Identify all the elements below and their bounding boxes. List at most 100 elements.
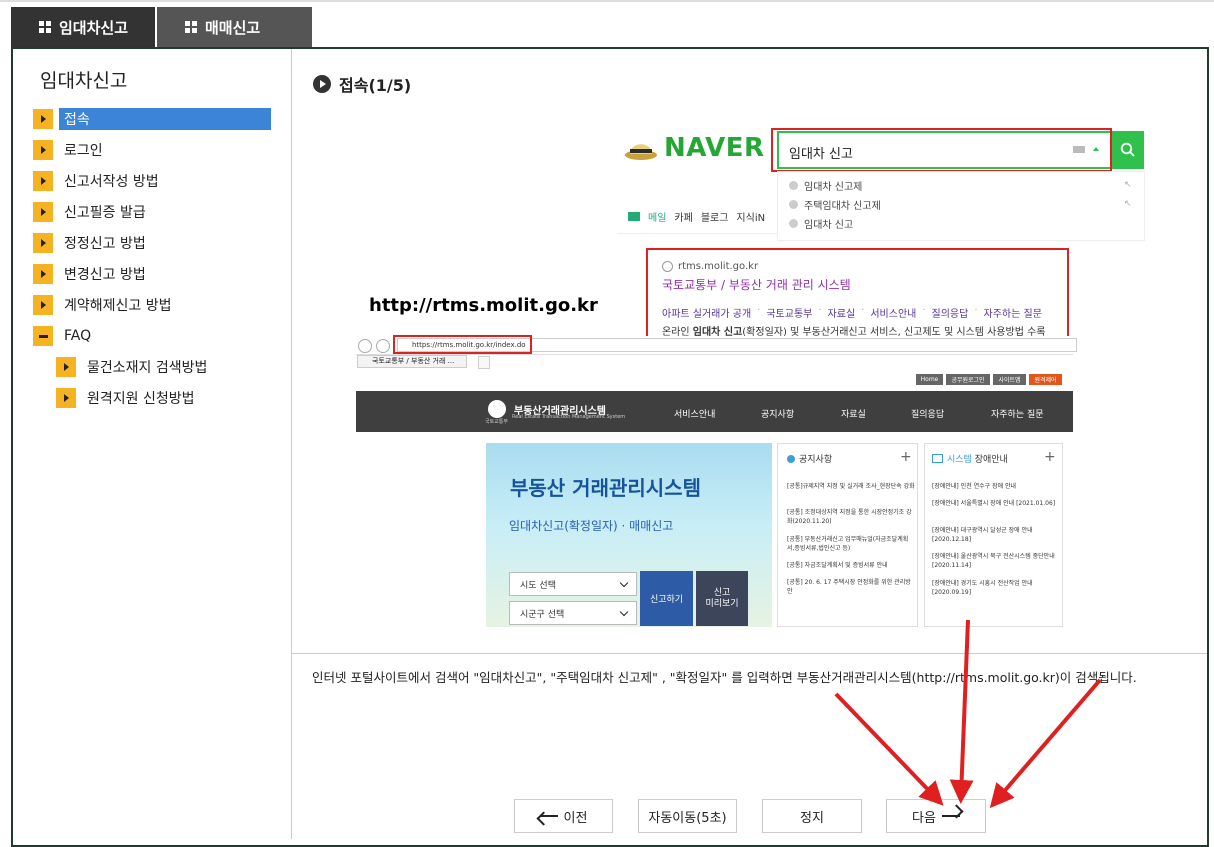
government-emblem-icon (488, 400, 506, 418)
stop-button[interactable]: 정지 (762, 799, 862, 833)
naver-menu-item: 지식iN (736, 213, 766, 224)
hero-title: 부동산 거래관리시스템 (510, 476, 701, 500)
sidebar (13, 49, 291, 839)
site-util-home: Home (916, 374, 943, 385)
forward-icon (376, 339, 390, 353)
naver-menu-item: 블로그 (700, 213, 729, 224)
content-title: 접속(1/5) (313, 72, 411, 96)
content-title-text: 접속(1/5) (339, 76, 412, 95)
tab-lease-report[interactable]: 임대차신고 (11, 7, 155, 47)
sidebar-subitem-property-search[interactable]: 물건소재지 검색방법 (56, 356, 212, 378)
chevron-down-icon (619, 607, 629, 617)
chevron-down-icon (619, 578, 629, 588)
sidebar-item-connect[interactable]: 접속 (33, 108, 271, 130)
outage-item: [장애안내] 서울특별시 장애 안내 [2021.01.06] (932, 500, 1056, 507)
naver-logo-text: NAVER (664, 133, 765, 163)
outage-item: [장애안내] 울산광역시 북구 전산시스템 중단안내 [2020.11.14] (932, 553, 1055, 569)
play-icon (313, 75, 331, 93)
suggestion-item: 임대차 신고제 (789, 178, 862, 193)
tab-label: 임대차신고 (59, 18, 129, 37)
sidebar-item-certificate[interactable]: 신고필증 발급 (33, 201, 151, 223)
highlight-box-address (393, 335, 532, 354)
search-icon (1120, 142, 1135, 157)
naver-hat-icon (624, 135, 658, 161)
grid-icon (39, 20, 52, 34)
outage-panel-header: 시스템 장애안내 (932, 452, 1008, 465)
sidebar-item-label: 로그인 (64, 143, 103, 159)
arrow-left-icon (539, 815, 558, 817)
stop-button-label: 정지 (800, 810, 824, 826)
new-tab-icon (478, 356, 490, 369)
arrow-right-icon (56, 357, 76, 377)
notice-item: [공통] 20. 6. 17 주택시장 안정화를 위한 관리방안 (787, 579, 911, 595)
naver-menu: 메일 카페 블로그 지식iN (628, 209, 765, 224)
tab-sale-report[interactable]: 매매신고 (157, 7, 312, 47)
sidebar-item-cancel-contract[interactable]: 계약해제신고 방법 (33, 294, 177, 316)
sidebar-item-label: 정정신고 방법 (64, 236, 146, 252)
notice-item: [공통]규제지역 지정 및 실거래 조사_현장단속 강화 (787, 483, 915, 490)
notice-item: [공통] 자금조달계획서 및 증빙서류 안내 (787, 562, 888, 569)
arrow-right-icon (33, 233, 53, 253)
browser-tab: 국토교통부 / 부동산 거래 ... (357, 355, 467, 368)
notice-item: [공통] 부동산거래신고 업무매뉴얼(자금조달계획서,증빙서류,법인신고 등) (787, 536, 909, 552)
site-nav-item: 자료실 (841, 410, 866, 420)
site-org: 국토교통부 (485, 419, 509, 425)
monitor-icon (932, 454, 943, 463)
sidebar-item-correction[interactable]: 정정신고 방법 (33, 232, 151, 254)
site-util-sitemap: 사이트맵 (993, 374, 1026, 385)
arrow-right-icon (33, 171, 53, 191)
step-description: 인터넷 포털사이트에서 검색어 "임대차신고", "주택임대차 신고제" , "… (312, 670, 1137, 685)
site-nav-item: 공지사항 (761, 410, 795, 420)
arrow-right-icon (941, 815, 960, 817)
suggestion-item: 주택임대차 신고제 (789, 197, 881, 212)
outage-item: [장애안내] 대구광역시 달성군 장애 안내 [2020.12.18] (932, 527, 1033, 543)
sidebar-item-label: FAQ (64, 328, 92, 344)
url-caption: http://rtms.molit.go.kr (369, 295, 598, 316)
outage-item: [장애안내] 인천 연수구 장애 안내 (932, 483, 1017, 490)
top-border (0, 0, 1214, 2)
site-subtitle: Real Estate Transaction Management Syste… (512, 414, 626, 420)
plus-icon: + (900, 449, 912, 465)
arrow-up-left-icon: ↖ (1124, 180, 1132, 190)
sidebar-item-label: 물건소재지 검색방법 (87, 360, 208, 376)
site-util-remote: 원격제어 (1029, 374, 1062, 385)
sidebar-item-label: 계약해제신고 방법 (64, 298, 172, 314)
site-nav-item: 서비스안내 (674, 410, 716, 420)
arrow-right-icon (33, 264, 53, 284)
content-divider (292, 653, 1207, 654)
site-nav-item: 질의응답 (911, 410, 945, 420)
next-button-label: 다음 (912, 810, 936, 826)
arrow-right-icon (56, 388, 76, 408)
auto-button-label: 자동이동(5초) (648, 810, 727, 826)
hero-subtitle: 임대차신고(확정일자) · 매매신고 (509, 519, 674, 533)
sidebar-item-write-report[interactable]: 신고서작성 방법 (33, 170, 164, 192)
prev-button[interactable]: 이전 (514, 799, 613, 833)
plus-icon: + (1044, 449, 1056, 465)
arrow-right-icon (33, 295, 53, 315)
mail-icon (628, 212, 640, 221)
back-icon (358, 339, 372, 353)
naver-search-button (1112, 131, 1144, 169)
naver-divider (617, 233, 777, 234)
next-button[interactable]: 다음 (886, 799, 986, 833)
naver-menu-item: 메일 (648, 213, 667, 224)
auto-advance-button[interactable]: 자동이동(5초) (638, 799, 737, 833)
site-nav-item: 자주하는 질문 (991, 410, 1044, 420)
hero-preview-button: 신고 미리보기 (696, 571, 748, 626)
sidebar-item-label: 접속 (59, 108, 271, 130)
arrow-up-left-icon: ↖ (1124, 199, 1132, 209)
site-util-login: 공무원로그인 (946, 374, 990, 385)
sidebar-subitem-remote-support[interactable]: 원격지원 신청방법 (56, 387, 200, 409)
sidebar-item-change[interactable]: 변경신고 방법 (33, 263, 151, 285)
sidebar-item-login[interactable]: 로그인 (33, 139, 108, 161)
arrow-right-icon (33, 140, 53, 160)
minus-icon (33, 326, 53, 346)
notice-panel-header: 공지사항 (787, 452, 832, 465)
sidebar-divider (291, 49, 292, 839)
sidebar-item-label: 신고필증 발급 (64, 205, 146, 221)
select-sido: 시도 선택 (509, 572, 637, 596)
sidebar-item-faq[interactable]: FAQ (33, 325, 96, 347)
sidebar-item-label: 변경신고 방법 (64, 267, 146, 283)
sidebar-item-label: 원격지원 신청방법 (87, 391, 195, 407)
sidebar-title: 임대차신고 (40, 70, 128, 92)
